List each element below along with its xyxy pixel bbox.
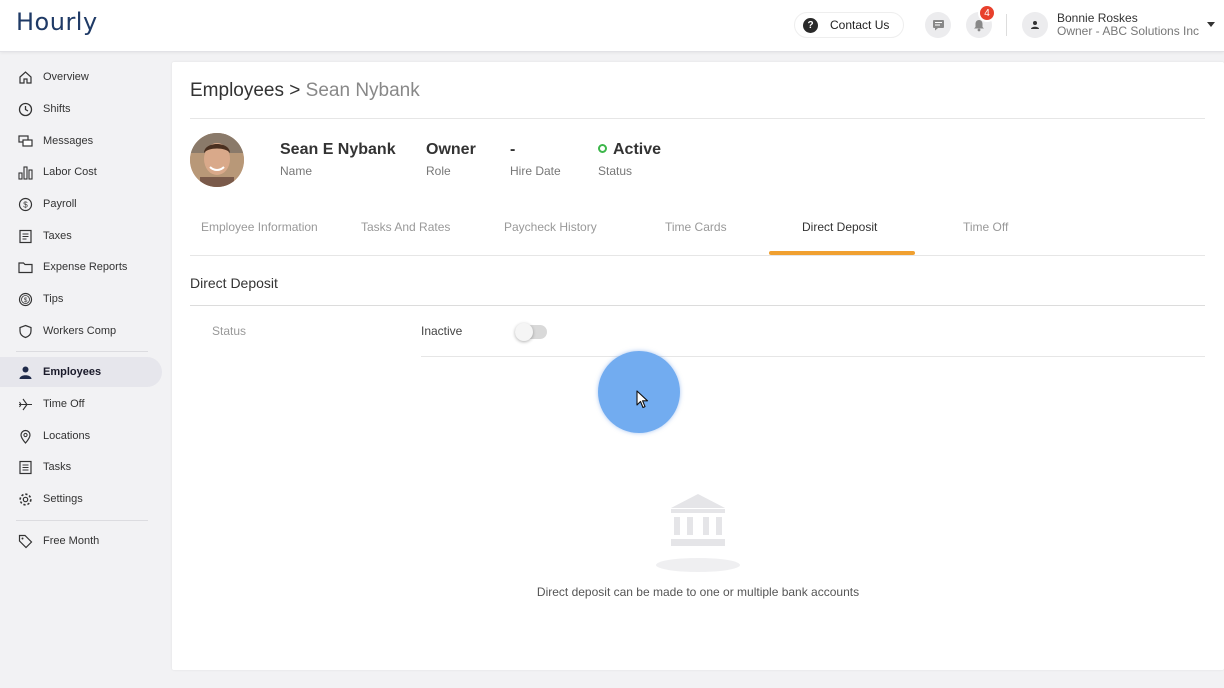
divider [190,118,1205,119]
sidebar-item-time-off[interactable]: Time Off [0,389,162,419]
tab-time-off[interactable]: Time Off [963,220,1008,234]
direct-deposit-toggle[interactable] [515,323,547,341]
person-icon [1031,21,1039,29]
user-avatar[interactable] [1022,12,1048,38]
sidebar-item-label: Payroll [43,198,77,210]
employee-role: Owner [426,141,476,158]
sidebar-item-label: Locations [43,430,91,442]
sidebar-item-label: Employees [43,366,102,378]
sidebar-item-tips[interactable]: $ Tips [0,284,162,314]
sidebar-item-settings[interactable]: Settings [0,484,162,514]
breadcrumb-current: Sean Nybank [305,80,420,101]
tag-icon [17,533,33,549]
sidebar-item-label: Messages [43,135,94,147]
sidebar-item-label: Tasks [43,461,72,473]
sidebar-item-label: Time Off [43,398,85,410]
sidebar-item-messages[interactable]: Messages [0,126,162,156]
employee-status-value: Active [613,141,662,158]
folder-icon [17,259,33,275]
pin-icon [17,428,33,444]
clock-icon [17,101,33,117]
tab-time-cards[interactable]: Time Cards [665,220,727,234]
sidebar-item-label: Overview [43,71,89,83]
divider [421,356,1205,357]
top-bar: Hourly ? Contact Us 4 Bonnie Roskes Owne… [0,0,1224,52]
divider [190,305,1205,306]
shield-icon [17,323,33,339]
header-divider [1006,14,1007,36]
dollar-icon: $ [17,291,33,307]
dollar-icon: $ [17,196,33,212]
employee-name: Sean E Nybank [280,141,396,158]
contact-us-button[interactable]: ? Contact Us [794,12,905,38]
sidebar-item-label: Settings [43,493,83,505]
user-role: Owner - ABC Solutions Inc [1057,24,1200,38]
employee-photo [190,133,244,187]
plane-icon [17,396,33,412]
sidebar-item-label: Tips [43,293,64,305]
sidebar-item-label: Free Month [43,535,100,547]
breadcrumb-parent[interactable]: Employees [190,80,284,101]
sidebar-item-shifts[interactable]: Shifts [0,94,162,124]
sidebar-item-tasks[interactable]: Tasks [0,452,162,482]
sidebar-item-free-month[interactable]: Free Month [0,526,162,556]
sidebar: Overview Shifts Messages Labor Cost $ Pa… [0,53,170,688]
tab-direct-deposit[interactable]: Direct Deposit [802,220,877,234]
employee-role-label: Role [426,164,451,178]
breadcrumb-separator: > [289,80,301,101]
sidebar-item-expense-reports[interactable]: Expense Reports [0,252,162,282]
tab-tasks-and-rates[interactable]: Tasks And Rates [361,220,450,234]
employee-hire-date: - [510,141,516,158]
gear-icon [17,491,33,507]
svg-text:$: $ [23,200,28,209]
chevron-down-icon[interactable] [1207,22,1215,27]
sidebar-item-label: Workers Comp [43,325,117,337]
divider [190,255,1205,256]
sidebar-item-label: Taxes [43,230,72,242]
sidebar-item-label: Labor Cost [43,166,97,178]
sidebar-item-labor-cost[interactable]: Labor Cost [0,157,162,187]
status-dot-icon [598,144,607,153]
sidebar-divider [16,351,148,352]
employee-status: Active [598,141,661,159]
employee-detail-card: Employees > Sean Nybank Sean E Nybank Na… [172,62,1224,670]
employee-hire-date-label: Hire Date [510,164,561,178]
sidebar-item-locations[interactable]: Locations [0,421,162,451]
sidebar-item-overview[interactable]: Overview [0,62,162,92]
mouse-cursor-icon [636,390,649,409]
messages-icon [17,133,33,149]
chat-button[interactable] [925,12,951,38]
help-icon: ? [803,17,818,33]
employee-name-label: Name [280,164,313,178]
empty-state-message: Direct deposit can be made to one or mul… [536,585,860,599]
app-logo[interactable]: Hourly [16,8,98,36]
list-icon [17,459,33,475]
bank-icon [656,494,740,572]
toggle-knob[interactable] [515,323,533,341]
tab-paycheck-history[interactable]: Paycheck History [504,220,597,234]
chat-icon [932,20,944,31]
status-field-value: Inactive [421,324,463,338]
notifications-badge: 4 [978,4,996,22]
sidebar-item-payroll[interactable]: $ Payroll [0,189,162,219]
sidebar-item-workers-comp[interactable]: Workers Comp [0,316,162,346]
breadcrumb: Employees > Sean Nybank [190,80,420,102]
tab-employee-information[interactable]: Employee Information [201,220,318,234]
bar-chart-icon [17,164,33,180]
sidebar-item-employees[interactable]: Employees [0,357,162,387]
home-icon [17,69,33,85]
svg-text:$: $ [23,297,27,304]
status-field-label: Status [212,324,247,338]
employee-status-label: Status [598,164,633,178]
sidebar-item-label: Expense Reports [43,261,128,273]
person-icon [17,364,33,380]
sidebar-divider [16,520,148,521]
sidebar-item-taxes[interactable]: Taxes [0,221,162,251]
sidebar-item-label: Shifts [43,103,71,115]
user-name[interactable]: Bonnie Roskes [1057,11,1138,25]
document-icon [17,228,33,244]
contact-us-label: Contact Us [830,18,890,32]
section-title: Direct Deposit [190,275,278,291]
